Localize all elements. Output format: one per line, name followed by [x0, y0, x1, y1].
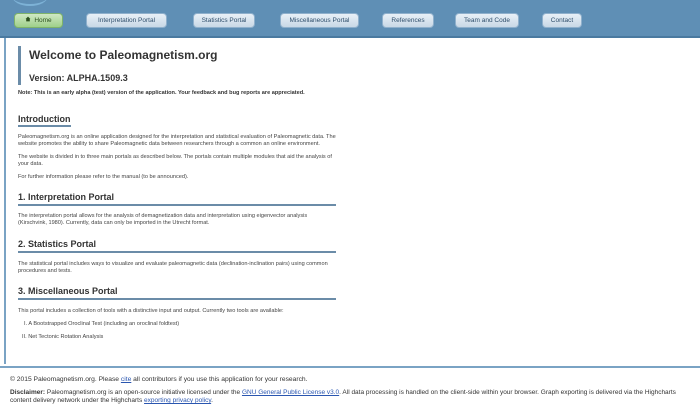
top-navigation-bar: Home Interpretation Portal Statistics Po…	[0, 0, 700, 38]
nav-interpretation-portal-button[interactable]: Interpretation Portal	[86, 13, 167, 28]
disclaimer-text-end: .	[211, 397, 213, 404]
page-title: Welcome to Paleomagnetism.org	[29, 48, 218, 62]
intro-paragraph-1: Paleomagnetism.org is an online applicat…	[18, 134, 336, 148]
nav-references-button[interactable]: References	[382, 13, 434, 28]
interpretation-portal-heading: 1. Interpretation Portal	[18, 192, 336, 207]
disclaimer-text: Paleomagnetism.org is an open-source ini…	[45, 389, 242, 396]
nav-home-button[interactable]: Home	[14, 13, 63, 28]
intro-paragraph-3: For further information please refer to …	[18, 173, 189, 180]
nav-miscellaneous-portal-button[interactable]: Miscellaneous Portal	[280, 13, 359, 28]
copyright-text: © 2015 Paleomagnetism.org. Please	[10, 376, 121, 383]
footer-copyright: © 2015 Paleomagnetism.org. Please cite a…	[10, 376, 308, 383]
nav-contact-button[interactable]: Contact	[542, 13, 582, 28]
statistics-portal-heading: 2. Statistics Portal	[18, 239, 336, 253]
logo	[0, 0, 700, 8]
miscellaneous-portal-heading: 3. Miscellaneous Portal	[18, 286, 336, 300]
main-panel: Welcome to Paleomagnetism.org Version: A…	[4, 38, 369, 364]
privacy-policy-link[interactable]: exporting privacy policy	[144, 397, 211, 404]
copyright-text-end: all contributors if you use this applica…	[131, 376, 308, 383]
footer-divider	[0, 366, 700, 368]
intro-paragraph-2: The website is divided in to three main …	[18, 153, 332, 168]
miscellaneous-portal-paragraph: This portal includes a collection of too…	[18, 307, 284, 314]
main-content: Welcome to Paleomagnetism.org Version: A…	[18, 46, 336, 340]
home-icon	[25, 16, 31, 22]
welcome-header: Welcome to Paleomagnetism.org Version: A…	[18, 46, 336, 85]
nav-home-label: Home	[34, 17, 52, 24]
introduction-heading: Introduction	[18, 114, 71, 127]
list-item: II. Net Tectonic Rotation Analysis	[22, 334, 104, 341]
version-label: Version: ALPHA.1509.3	[29, 73, 128, 83]
interpretation-portal-paragraph: The interpretation portal allows for the…	[18, 213, 308, 227]
nav-team-and-code-button[interactable]: Team and Code	[455, 13, 519, 28]
cite-link[interactable]: cite	[121, 376, 131, 383]
statistics-portal-paragraph: The statistical portal includes ways to …	[18, 260, 328, 275]
alpha-note: Note: This is an early alpha (test) vers…	[18, 90, 305, 96]
disclaimer-label: Disclaimer:	[10, 389, 46, 396]
footer-disclaimer: Disclaimer: Paleomagnetism.org is an ope…	[10, 389, 695, 405]
license-link[interactable]: GNU General Public License v3.0	[242, 389, 339, 396]
nav-statistics-portal-button[interactable]: Statistics Portal	[193, 13, 255, 28]
